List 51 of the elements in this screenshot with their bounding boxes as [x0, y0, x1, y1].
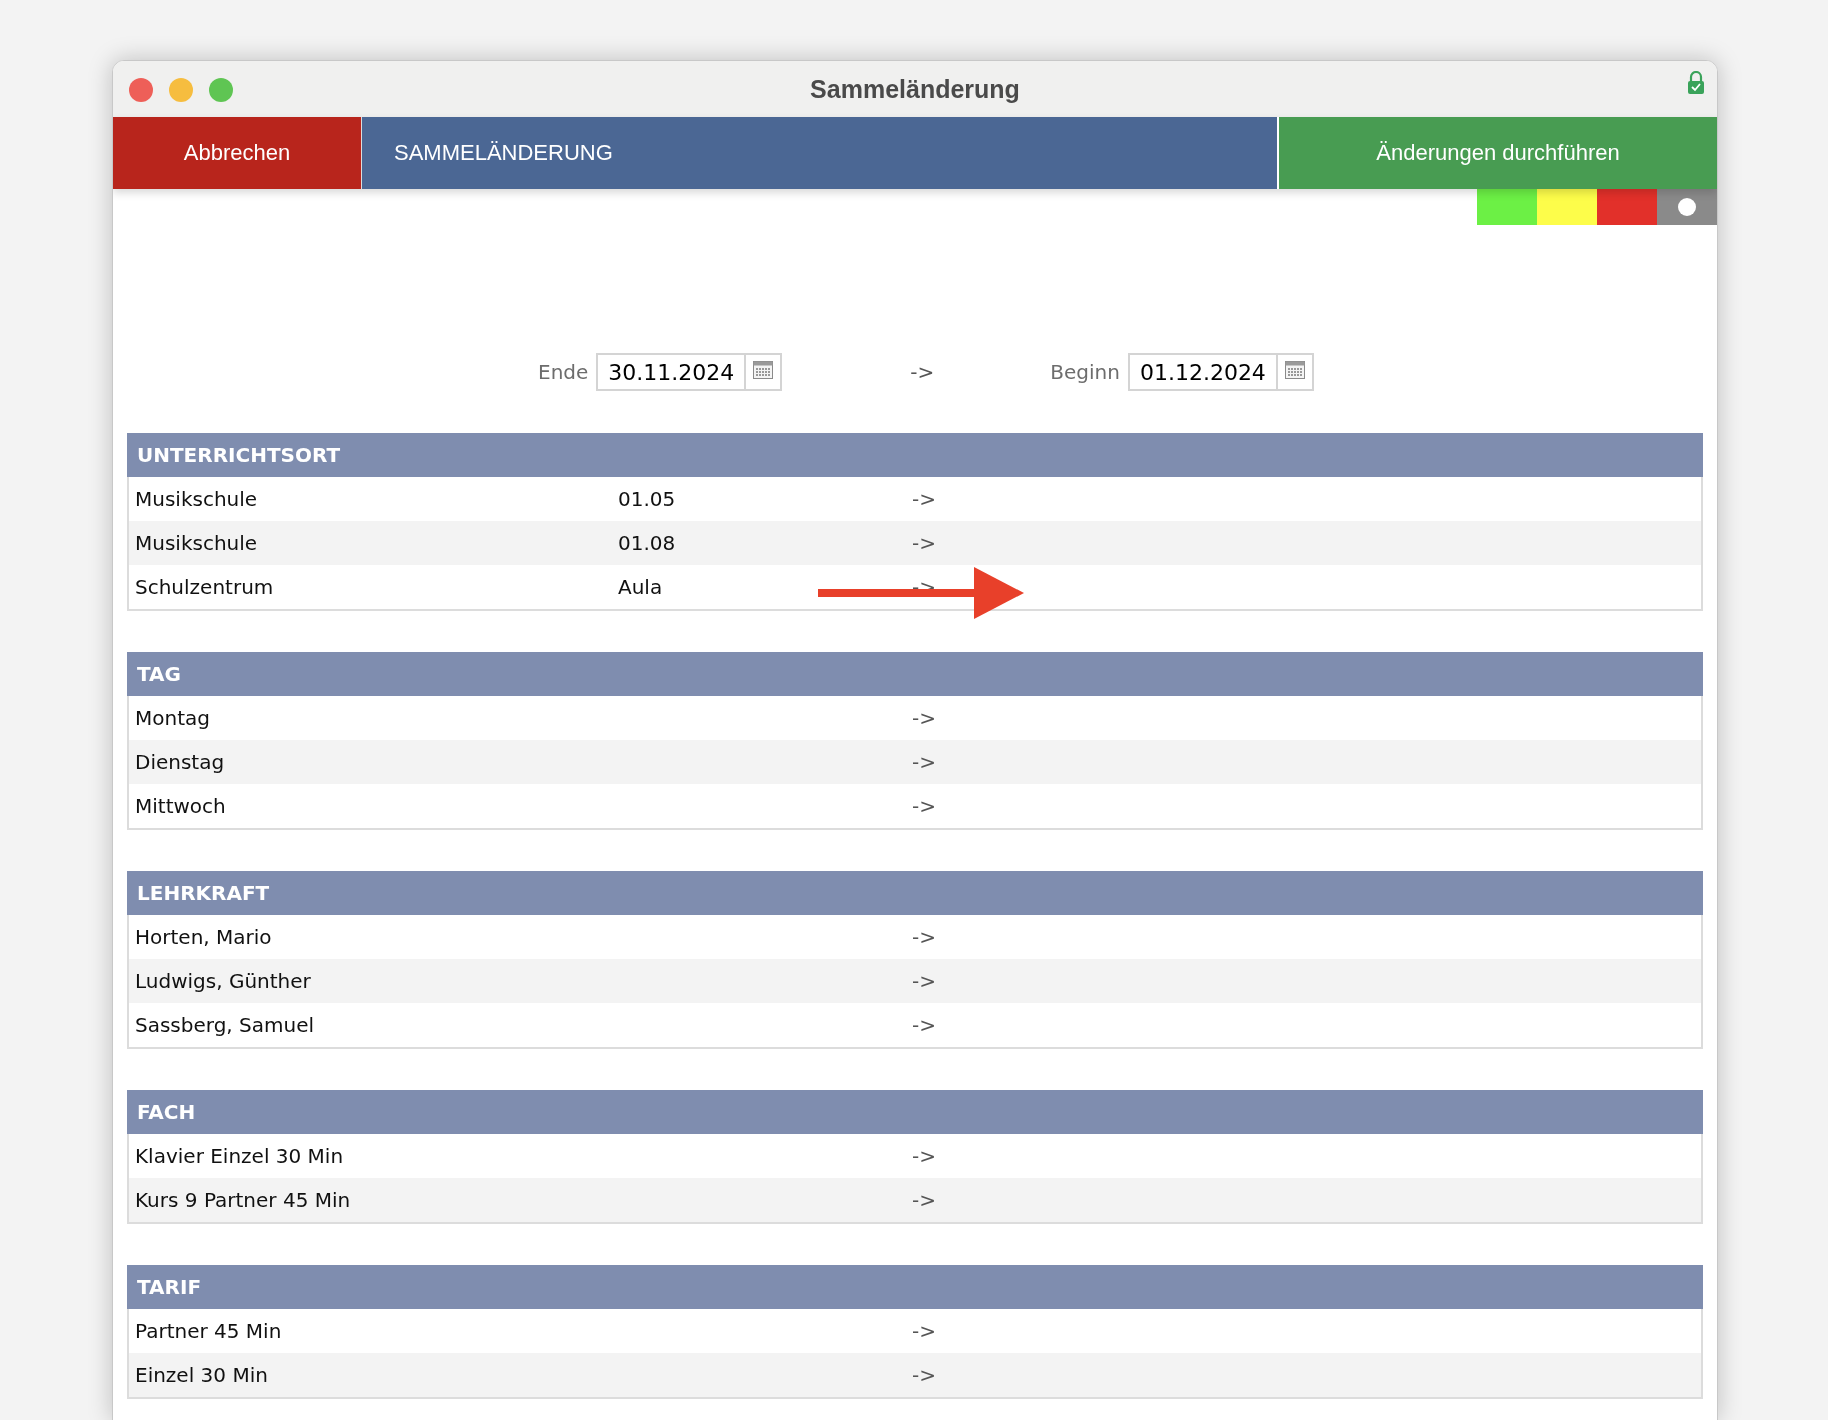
- color-swatch[interactable]: [1657, 189, 1717, 225]
- color-swatch[interactable]: [1537, 189, 1597, 225]
- arrow-text: ->: [912, 531, 936, 555]
- begin-date-label: Beginn: [1050, 360, 1120, 384]
- close-button[interactable]: [129, 78, 153, 102]
- table-cell: 01.05: [618, 487, 676, 511]
- arrow-text: ->: [912, 1144, 936, 1168]
- table-cell: Partner 45 Min: [135, 1319, 282, 1343]
- table-cell: Mittwoch: [135, 794, 226, 818]
- color-swatch[interactable]: [1597, 189, 1657, 225]
- table-cell: Klavier Einzel 30 Min: [135, 1144, 344, 1168]
- lock-icon: [1687, 71, 1705, 95]
- arrow-text: ->: [912, 1363, 936, 1387]
- section-header: LEHRKRAFT: [127, 871, 1703, 915]
- minimize-button[interactable]: [169, 78, 193, 102]
- end-date-field[interactable]: 30.11.2024: [596, 353, 747, 391]
- section-header: TARIF: [127, 1265, 1703, 1309]
- table-cell: Aula: [618, 575, 663, 599]
- cancel-button[interactable]: Abbrechen: [113, 117, 362, 189]
- arrow-text: ->: [912, 1188, 936, 1212]
- section-header: FACH: [127, 1090, 1703, 1134]
- table-cell: 01.08: [618, 531, 676, 555]
- arrow-text: ->: [912, 925, 936, 949]
- arrow-text: ->: [910, 360, 935, 384]
- window-title: Sammeländerung: [810, 74, 1020, 104]
- arrow-text: ->: [912, 487, 936, 511]
- table-cell: Horten, Mario: [135, 925, 272, 949]
- section-header: UNTERRICHTSORT: [127, 433, 1703, 477]
- arrow-text: ->: [912, 794, 936, 818]
- table-cell: Musikschule: [135, 487, 258, 511]
- table-cell: Einzel 30 Min: [135, 1363, 268, 1387]
- section-header: TAG: [127, 652, 1703, 696]
- table-cell: Sassberg, Samuel: [135, 1013, 315, 1037]
- table-cell: Dienstag: [135, 750, 225, 774]
- arrow-text: ->: [912, 750, 936, 774]
- color-swatch[interactable]: [1477, 189, 1537, 225]
- arrow-text: ->: [912, 706, 936, 730]
- table-cell: Schulzentrum: [135, 575, 274, 599]
- table-cell: Ludwigs, Günther: [135, 969, 311, 993]
- table-cell: Montag: [135, 706, 210, 730]
- calendar-icon[interactable]: [1275, 353, 1314, 391]
- arrow-text: ->: [912, 1013, 936, 1037]
- table-cell: Kurs 9 Partner 45 Min: [135, 1188, 351, 1212]
- arrow-text: ->: [912, 969, 936, 993]
- begin-date-field[interactable]: 01.12.2024: [1127, 353, 1278, 391]
- arrow-text: ->: [912, 1319, 936, 1343]
- toolbar-heading: SAMMELÄNDERUNG: [362, 117, 1279, 189]
- calendar-icon[interactable]: [744, 353, 783, 391]
- end-date-label: Ende: [538, 360, 589, 384]
- table-cell: Musikschule: [135, 531, 258, 555]
- zoom-button[interactable]: [209, 78, 233, 102]
